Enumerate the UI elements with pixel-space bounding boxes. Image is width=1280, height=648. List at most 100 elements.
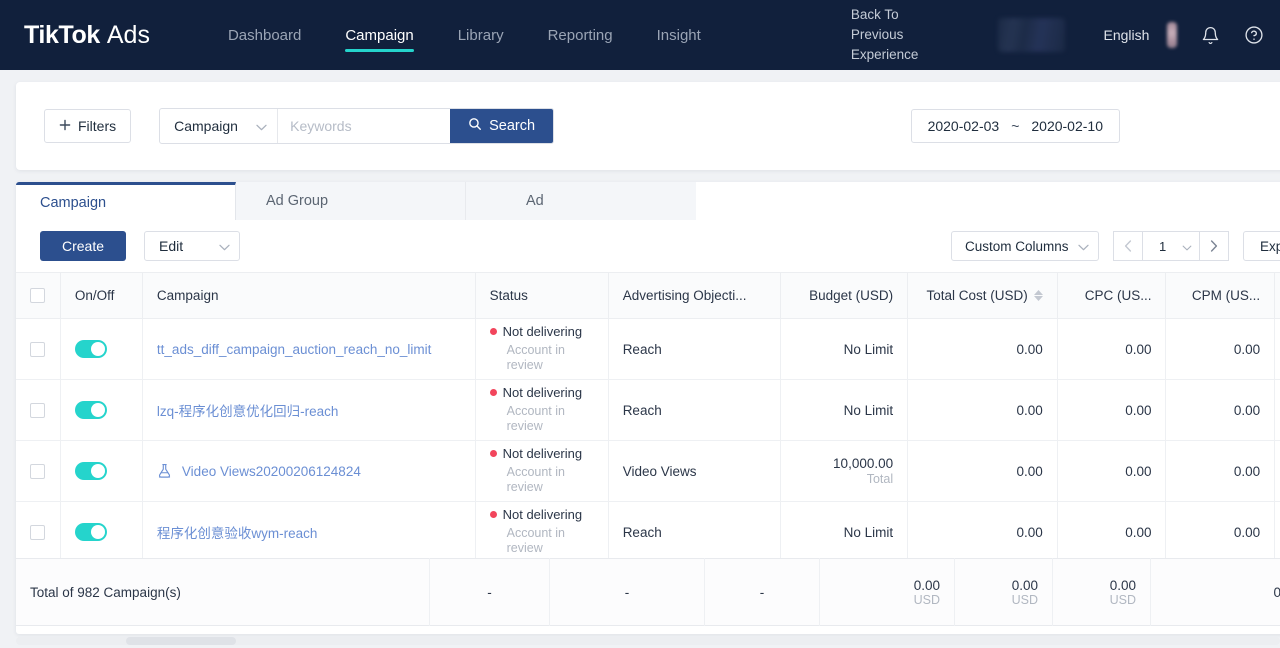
status-subtext: Account in review	[506, 464, 565, 495]
row-onoff-cell	[60, 501, 143, 563]
custom-columns-label: Custom Columns	[964, 238, 1069, 254]
tiktok-ads-logo[interactable]: TikTok Ads	[24, 21, 150, 50]
campaign-table-wrapper: On/Off Campaign Status Advertising Objec…	[16, 272, 1280, 634]
page-next-button[interactable]	[1198, 231, 1229, 261]
row-campaign-cell: tt_ads_diff_campaign_auction_reach_no_li…	[142, 318, 476, 380]
page-prev-button[interactable]	[1112, 231, 1143, 261]
status-text: Not delivering	[502, 324, 583, 340]
total-label: Total of 982 Campaign(s)	[16, 558, 430, 626]
select-all-checkbox[interactable]	[30, 288, 45, 303]
campaign-name-link[interactable]: 程序化创意验收wym-reach	[157, 522, 318, 542]
filters-label: Filters	[78, 118, 117, 134]
brand-tiktok: TikTok	[24, 20, 100, 49]
tab-ad[interactable]: Ad	[466, 182, 696, 220]
row-objective-cell: Reach	[608, 318, 781, 380]
nav-item-campaign[interactable]: Campaign	[323, 0, 435, 70]
row-checkbox[interactable]	[30, 341, 45, 357]
row-checkbox[interactable]	[30, 524, 45, 540]
row-onoff-cell	[60, 440, 143, 502]
total-cpm-currency: USD	[1109, 592, 1136, 607]
table-row[interactable]: lzq-程序化创意优化回归-reach Not delivering Accou…	[16, 379, 1280, 441]
row-status-cell: Not delivering Account in review	[475, 501, 609, 563]
row-onoff-cell	[60, 379, 143, 441]
table-row[interactable]: tt_ads_diff_campaign_auction_reach_no_li…	[16, 318, 1280, 380]
row-budget-cell: No Limit	[780, 379, 909, 441]
brand-ads: Ads	[106, 20, 150, 49]
row-cpc-cell: 0.00	[1057, 318, 1167, 380]
chevron-down-icon	[1182, 239, 1192, 254]
table-toolbar: Create Edit Custom Columns 1 Exp	[16, 220, 1280, 272]
row-status-cell: Not delivering Account in review	[475, 318, 609, 380]
search-icon	[468, 117, 482, 135]
row-objective-cell: Video Views	[608, 440, 781, 502]
campaign-name-link[interactable]: tt_ads_diff_campaign_auction_reach_no_li…	[157, 342, 431, 357]
row-checkbox[interactable]	[30, 463, 45, 479]
search-scope-select[interactable]: Campaign	[160, 109, 279, 143]
row-budget-cell: No Limit	[780, 318, 909, 380]
header-impressions[interactable]: Impressio...	[1274, 272, 1280, 319]
date-range-picker[interactable]: 2020-02-03 ~ 2020-02-10	[910, 109, 1120, 143]
sort-toggle-icon[interactable]	[1033, 290, 1043, 301]
edit-dropdown[interactable]: Edit	[144, 231, 241, 261]
campaign-name-link[interactable]: lzq-程序化创意优化回归-reach	[157, 400, 339, 420]
header-total-cost-label: Total Cost (USD)	[926, 288, 1028, 303]
total-cost: 0.00 USD	[820, 558, 955, 626]
filters-button[interactable]: Filters	[44, 109, 132, 143]
table-header: On/Off Campaign Status Advertising Objec…	[16, 272, 1280, 319]
top-navigation-bar: TikTok Ads Dashboard Campaign Library Re…	[0, 0, 1280, 70]
back-to-previous-experience-link[interactable]: Back To Previous Experience	[851, 5, 919, 65]
status-subtext: Account in review	[506, 342, 565, 373]
row-impressions-cell: 0	[1274, 440, 1280, 502]
search-input[interactable]	[278, 109, 451, 143]
account-selector-redacted[interactable]	[998, 18, 1066, 52]
tab-campaign[interactable]: Campaign	[16, 182, 236, 220]
nav-item-reporting[interactable]: Reporting	[526, 0, 635, 70]
row-status-cell: Not delivering Account in review	[475, 440, 609, 502]
table-row[interactable]: Video Views20200206124824 Not delivering…	[16, 440, 1280, 502]
status-dot-icon	[489, 389, 497, 397]
date-end: 2020-02-10	[1031, 118, 1103, 134]
campaign-name-link[interactable]: Video Views20200206124824	[182, 464, 361, 479]
language-selector[interactable]: English	[1103, 27, 1149, 43]
status-dot-icon	[489, 328, 497, 336]
header-cpc: CPC (US...	[1057, 272, 1167, 319]
nav-item-insight[interactable]: Insight	[635, 0, 723, 70]
nav-item-library[interactable]: Library	[436, 0, 526, 70]
search-button[interactable]: Search	[450, 109, 554, 143]
custom-columns-dropdown[interactable]: Custom Columns	[950, 231, 1099, 261]
horizontal-scrollbar-thumb[interactable]	[126, 637, 236, 645]
header-total-cost[interactable]: Total Cost (USD)	[907, 272, 1058, 319]
search-scope-value: Campaign	[174, 118, 238, 134]
select-all-header	[16, 272, 61, 319]
header-onoff: On/Off	[60, 272, 143, 319]
onoff-toggle[interactable]	[74, 401, 107, 419]
onoff-toggle[interactable]	[74, 340, 107, 358]
tab-ad-group[interactable]: Ad Group	[236, 182, 466, 220]
row-impressions-cell: 0	[1274, 501, 1280, 563]
row-onoff-cell	[60, 318, 143, 380]
chevron-down-icon	[1078, 239, 1089, 254]
date-separator: ~	[1011, 118, 1020, 134]
row-select-cell	[16, 501, 61, 563]
horizontal-scrollbar[interactable]	[16, 637, 1280, 645]
bell-icon[interactable]	[1201, 26, 1220, 45]
row-select-cell	[16, 379, 61, 441]
avatar[interactable]	[1167, 22, 1177, 48]
onoff-toggle[interactable]	[74, 462, 107, 480]
total-cpm-value: 0.00	[1109, 577, 1136, 593]
question-circle-icon[interactable]	[1244, 25, 1264, 45]
header-objective: Advertising Objecti...	[608, 272, 781, 319]
create-button[interactable]: Create	[40, 231, 127, 261]
table-row[interactable]: 程序化创意验收wym-reach Not delivering Account …	[16, 501, 1280, 563]
nav-item-dashboard[interactable]: Dashboard	[206, 0, 323, 70]
onoff-toggle[interactable]	[74, 523, 107, 541]
row-objective-cell: Reach	[608, 501, 781, 563]
row-select-cell	[16, 440, 61, 502]
plus-icon	[59, 118, 71, 134]
export-button[interactable]: Export	[1242, 231, 1280, 261]
chevron-down-icon	[219, 238, 230, 254]
status-subtext: Account in review	[506, 403, 565, 434]
date-start: 2020-02-03	[927, 118, 1000, 134]
row-checkbox[interactable]	[30, 402, 45, 418]
page-number-select[interactable]: 1	[1142, 231, 1199, 261]
